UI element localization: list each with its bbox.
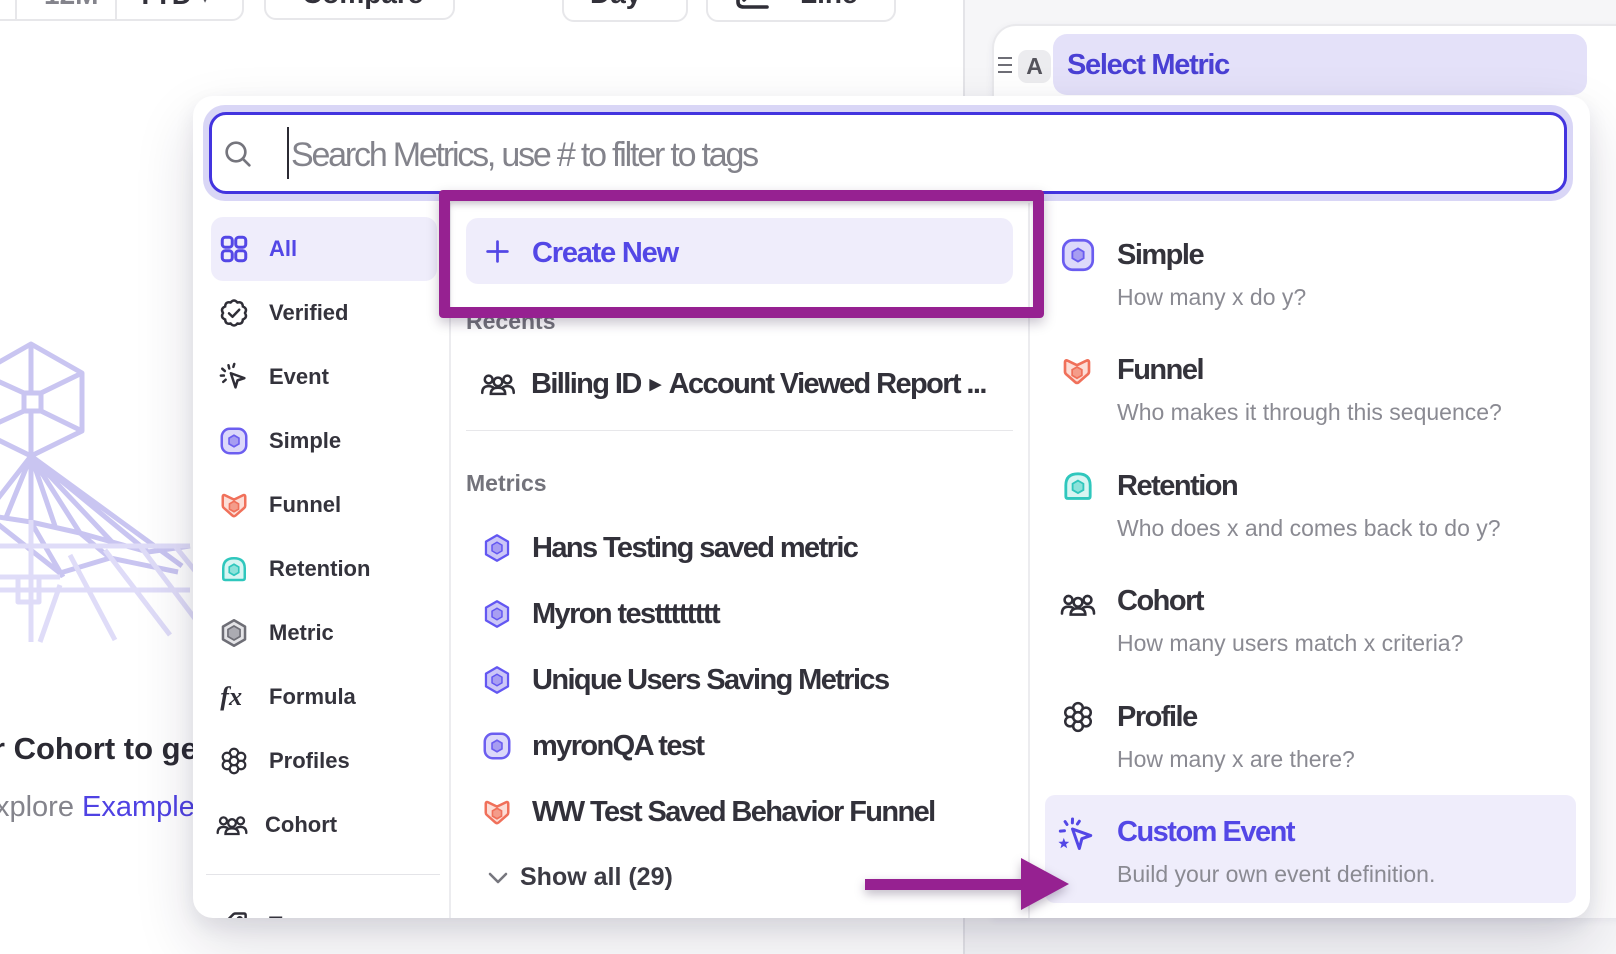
svg-text:fx: fx — [220, 682, 242, 711]
